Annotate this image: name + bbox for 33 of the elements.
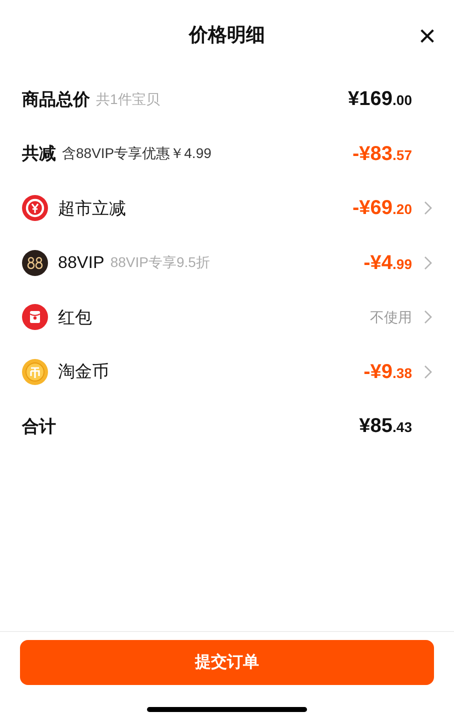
row-label: 淘金币 — [58, 361, 109, 383]
row-note: 含88VIP专享优惠￥4.99 — [62, 144, 212, 164]
row-note: 88VIP专享9.5折 — [110, 253, 210, 272]
chevron-right-icon[interactable] — [424, 201, 432, 216]
chevron-right-icon[interactable] — [424, 364, 432, 379]
price-cents: .38 — [392, 364, 412, 383]
row-label: 共减 — [22, 143, 56, 165]
row-label: 超市立减 — [58, 198, 126, 220]
close-button[interactable]: × — [418, 22, 436, 52]
price-cents: .20 — [392, 200, 412, 220]
price-amount: ¥169 — [348, 87, 393, 112]
price-cents: .43 — [392, 418, 412, 438]
price-cents: .00 — [392, 91, 412, 110]
row-label: 商品总价 — [22, 88, 90, 110]
sheet-title: 价格明细 — [189, 24, 265, 48]
price-amount: -¥83 — [352, 142, 393, 167]
vip-badge-icon — [22, 250, 48, 276]
coin-icon — [22, 358, 48, 385]
chevron-right-icon[interactable] — [424, 256, 432, 270]
envelope-icon — [22, 304, 48, 330]
price-cents: .99 — [392, 254, 412, 274]
row-label: 红包 — [58, 306, 92, 328]
price-amount: ¥85 — [359, 414, 393, 440]
coupon-icon — [22, 195, 48, 222]
price-amount: -¥9 — [364, 360, 393, 385]
chevron-right-icon[interactable] — [424, 310, 432, 324]
row-label: 合计 — [22, 416, 56, 438]
row-label: 88VIP — [58, 252, 104, 274]
price-cents: .57 — [392, 146, 412, 165]
price-amount: -¥4 — [364, 250, 393, 276]
row-note: 共1件宝贝 — [96, 90, 160, 109]
price-amount: -¥69 — [352, 196, 393, 222]
row-value: 不使用 — [370, 308, 412, 327]
